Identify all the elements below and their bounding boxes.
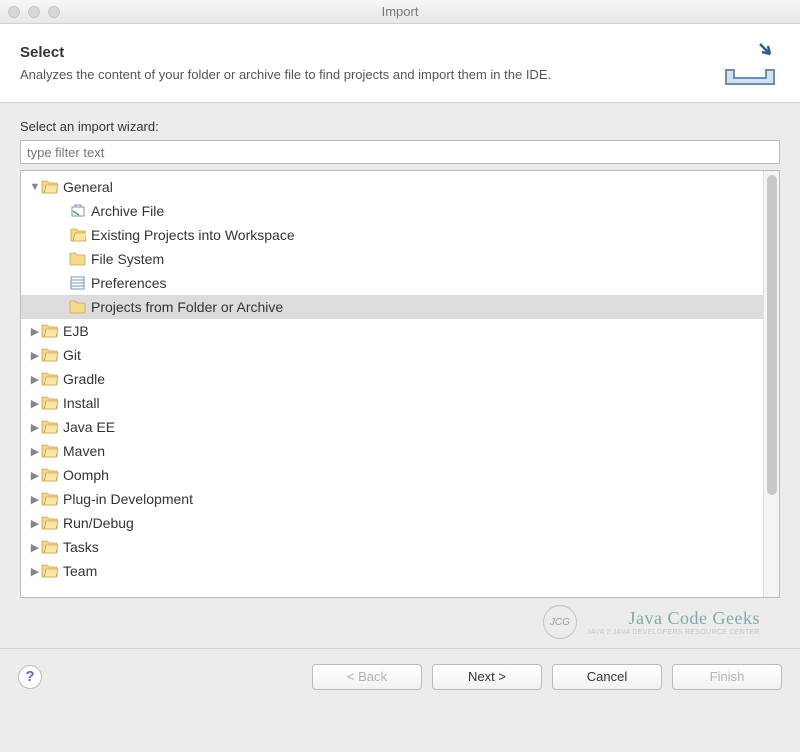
tree-item[interactable]: Archive File xyxy=(21,199,763,223)
chevron-right-icon[interactable]: ▶ xyxy=(29,325,41,338)
folder-open-icon xyxy=(41,348,59,362)
chevron-right-icon[interactable]: ▶ xyxy=(29,517,41,530)
tree-item[interactable]: Preferences xyxy=(21,271,763,295)
tree-item-label: Run/Debug xyxy=(63,515,134,531)
tree-item[interactable]: ▶ Tasks xyxy=(21,535,763,559)
tree-item[interactable]: ▶ EJB xyxy=(21,319,763,343)
wizard-tree[interactable]: ▼ General Archive File Existing Projects… xyxy=(21,171,763,597)
scrollbar[interactable] xyxy=(763,171,779,597)
import-banner-icon xyxy=(720,38,780,88)
tree-item-label: Preferences xyxy=(91,275,166,291)
tree-item-label: Maven xyxy=(63,443,105,459)
page-title: Select xyxy=(20,44,551,61)
tree-item-label: Git xyxy=(63,347,81,363)
tree-item-label: Team xyxy=(63,563,97,579)
chevron-right-icon[interactable]: ▶ xyxy=(29,349,41,362)
tree-item-label: General xyxy=(63,179,113,195)
window-title: Import xyxy=(0,4,800,19)
titlebar: Import xyxy=(0,0,800,24)
chevron-down-icon[interactable]: ▼ xyxy=(29,181,41,193)
folder-open-icon xyxy=(41,564,59,578)
wizard-content: Select an import wizard: ▼ General Archi… xyxy=(0,103,800,648)
tree-item[interactable]: ▶ Maven xyxy=(21,439,763,463)
watermark-sub: JAVA 2 JAVA DEVELOPERS RESOURCE CENTER xyxy=(587,629,760,636)
folder-open-icon xyxy=(41,468,59,482)
folder-closed-icon xyxy=(69,252,87,266)
watermark-brand: Java Code Geeks xyxy=(587,608,760,629)
tree-item[interactable]: Projects from Folder or Archive xyxy=(21,295,763,319)
folder-closed-icon xyxy=(69,300,87,314)
chevron-right-icon[interactable]: ▶ xyxy=(29,493,41,506)
watermark-badge: JCG xyxy=(543,605,577,639)
cancel-button[interactable]: Cancel xyxy=(552,664,662,690)
tree-item[interactable]: Existing Projects into Workspace xyxy=(21,223,763,247)
tree-item-label: Oomph xyxy=(63,467,109,483)
tree-item[interactable]: ▶ Gradle xyxy=(21,367,763,391)
wizard-list-label: Select an import wizard: xyxy=(20,119,780,134)
folder-open-icon xyxy=(41,180,59,194)
tree-item[interactable]: ▶ Oomph xyxy=(21,463,763,487)
help-button[interactable]: ? xyxy=(18,665,42,689)
folder-open-icon xyxy=(41,396,59,410)
folder-open-icon xyxy=(41,372,59,386)
filter-input[interactable] xyxy=(20,140,780,164)
project-icon xyxy=(69,227,87,243)
wizard-header: Select Analyzes the content of your fold… xyxy=(0,24,800,103)
tree-item-label: Tasks xyxy=(63,539,99,555)
wizard-footer: ? < Back Next > Cancel Finish xyxy=(0,648,800,704)
tree-item[interactable]: ▼ General xyxy=(21,175,763,199)
chevron-right-icon[interactable]: ▶ xyxy=(29,445,41,458)
tree-item[interactable]: ▶ Java EE xyxy=(21,415,763,439)
tree-item[interactable]: ▶ Team xyxy=(21,559,763,583)
wizard-tree-container: ▼ General Archive File Existing Projects… xyxy=(20,170,780,598)
tree-item[interactable]: File System xyxy=(21,247,763,271)
scrollbar-thumb[interactable] xyxy=(767,175,777,495)
tree-item-label: Archive File xyxy=(91,203,164,219)
tree-item[interactable]: ▶ Git xyxy=(21,343,763,367)
back-button[interactable]: < Back xyxy=(312,664,422,690)
chevron-right-icon[interactable]: ▶ xyxy=(29,565,41,578)
tree-item-label: Gradle xyxy=(63,371,105,387)
finish-button[interactable]: Finish xyxy=(672,664,782,690)
chevron-right-icon[interactable]: ▶ xyxy=(29,373,41,386)
watermark: JCG Java Code Geeks JAVA 2 JAVA DEVELOPE… xyxy=(20,598,780,642)
archive-icon xyxy=(69,203,87,219)
folder-open-icon xyxy=(41,492,59,506)
chevron-right-icon[interactable]: ▶ xyxy=(29,421,41,434)
folder-open-icon xyxy=(41,540,59,554)
tree-item-label: Java EE xyxy=(63,419,115,435)
tree-item-label: Projects from Folder or Archive xyxy=(91,299,283,315)
tree-item-label: EJB xyxy=(63,323,89,339)
tree-item[interactable]: ▶ Run/Debug xyxy=(21,511,763,535)
folder-open-icon xyxy=(41,420,59,434)
folder-open-icon xyxy=(41,444,59,458)
tree-item-label: Existing Projects into Workspace xyxy=(91,227,295,243)
tree-item[interactable]: ▶ Install xyxy=(21,391,763,415)
chevron-right-icon[interactable]: ▶ xyxy=(29,469,41,482)
tree-item-label: Plug-in Development xyxy=(63,491,193,507)
preferences-icon xyxy=(69,275,87,291)
tree-item-label: Install xyxy=(63,395,100,411)
page-subtitle: Analyzes the content of your folder or a… xyxy=(20,67,551,82)
chevron-right-icon[interactable]: ▶ xyxy=(29,541,41,554)
tree-item-label: File System xyxy=(91,251,164,267)
chevron-right-icon[interactable]: ▶ xyxy=(29,397,41,410)
folder-open-icon xyxy=(41,324,59,338)
tree-item[interactable]: ▶ Plug-in Development xyxy=(21,487,763,511)
folder-open-icon xyxy=(41,516,59,530)
next-button[interactable]: Next > xyxy=(432,664,542,690)
